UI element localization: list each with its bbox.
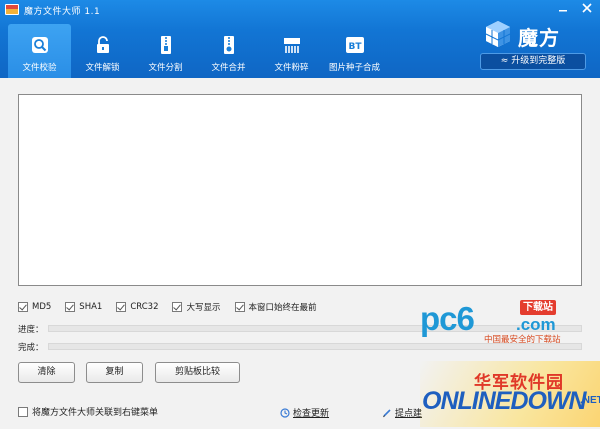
toolbar: 文件校验 文件解锁 文件分割 文件合并 文件粉碎 BT 图片种子合成 — [8, 24, 386, 78]
option-md5[interactable]: MD5 — [18, 302, 51, 312]
minimize-icon — [559, 10, 567, 12]
option-sha1[interactable]: SHA1 — [65, 302, 102, 312]
pc6-watermark: pc6 下载站 .com 中国最安全的下载站 — [418, 298, 600, 348]
checkbox[interactable] — [172, 302, 183, 312]
verify-icon — [31, 37, 48, 53]
feedback-link[interactable]: 提点建 — [382, 406, 422, 419]
upgrade-button[interactable]: ≈ 升级到完整版 — [480, 53, 586, 70]
checkbox[interactable] — [65, 302, 76, 312]
onlinedown-watermark: 华军软件园 ONLINEDOWN .NET — [420, 355, 600, 429]
option-crc32[interactable]: CRC32 — [116, 302, 158, 312]
checkbox[interactable] — [116, 302, 127, 312]
pc6-tag: 下载站 — [520, 300, 556, 315]
option-uppercase[interactable]: 大写显示 — [172, 301, 221, 313]
window-title: 魔方文件大师 1.1 — [24, 7, 101, 17]
close-icon — [582, 3, 592, 13]
clear-button[interactable]: 清除 — [18, 362, 75, 383]
option-label: 大写显示 — [186, 303, 221, 313]
pencil-icon — [383, 408, 391, 417]
checkbox[interactable] — [18, 406, 28, 417]
feedback-label: 提点建 — [395, 409, 423, 419]
checkbox[interactable] — [18, 302, 28, 312]
tab-label: 文件校验 — [22, 63, 57, 73]
progress-label: 进度： — [18, 325, 44, 335]
result-output-area[interactable] — [18, 94, 582, 286]
tab-file-verify[interactable]: 文件校验 — [8, 24, 71, 78]
title-bar: 魔方文件大师 1.1 — [0, 0, 600, 20]
unlock-icon — [96, 36, 109, 53]
onlinedown-net: .NET — [580, 395, 600, 406]
option-label: CRC32 — [130, 302, 159, 312]
app-icon — [5, 4, 19, 15]
onlinedown-en: ONLINEDOWN — [422, 387, 587, 415]
check-update-label: 检查更新 — [293, 409, 330, 419]
check-update-link[interactable]: 检查更新 — [280, 406, 329, 419]
brand-name: 魔方 — [518, 26, 560, 50]
complete-label: 完成： — [18, 343, 44, 353]
associate-label: 将魔方文件大师关联到右键菜单 — [32, 408, 159, 418]
tab-file-shred[interactable]: 文件粉碎 — [260, 24, 323, 78]
tab-label: 文件粉碎 — [274, 63, 309, 73]
context-menu-association[interactable]: 将魔方文件大师关联到右键菜单 — [18, 405, 158, 418]
top-banner: 魔方文件大师 1.1 文件校验 文件解锁 文件分割 文件合并 文件粉碎 BT 图… — [0, 0, 600, 78]
copy-button[interactable]: 复制 — [86, 362, 143, 383]
option-label: 本窗口始终在最前 — [248, 303, 317, 313]
pc6-domain: .com — [516, 315, 556, 334]
tab-file-split[interactable]: 文件分割 — [134, 24, 197, 78]
brand-area: 魔方 ≈ 升级到完整版 — [480, 20, 590, 74]
svg-text:BT: BT — [348, 42, 362, 52]
update-icon — [280, 407, 290, 418]
minimize-button[interactable] — [554, 2, 572, 17]
option-label: MD5 — [32, 302, 52, 312]
hash-options: MD5 SHA1 CRC32 大写显示 本窗口始终在最前 — [18, 301, 331, 313]
checkbox[interactable] — [234, 302, 245, 312]
option-always-on-top[interactable]: 本窗口始终在最前 — [234, 301, 317, 313]
tab-label: 文件分割 — [148, 63, 183, 73]
close-button[interactable] — [578, 2, 596, 17]
tab-label: 图片种子合成 — [328, 63, 380, 73]
pc6-logo: pc6 — [420, 300, 475, 337]
zip-merge-icon — [223, 36, 234, 54]
tab-file-merge[interactable]: 文件合并 — [197, 24, 260, 78]
cube-logo-icon — [485, 21, 511, 47]
tab-label: 文件合并 — [211, 63, 246, 73]
upgrade-label: 升级到完整版 — [511, 56, 566, 66]
tab-file-unlock[interactable]: 文件解锁 — [71, 24, 134, 78]
tab-image-seed[interactable]: BT 图片种子合成 — [323, 24, 386, 78]
upgrade-arrows-icon: ≈ — [500, 56, 512, 66]
tab-label: 文件解锁 — [85, 63, 120, 73]
option-label: SHA1 — [79, 302, 103, 312]
clipboard-compare-button[interactable]: 剪贴板比较 — [155, 362, 240, 383]
pc6-slogan: 中国最安全的下载站 — [484, 335, 561, 345]
shredder-icon — [283, 38, 300, 53]
zip-split-icon — [160, 36, 171, 54]
bt-icon: BT — [345, 37, 364, 53]
